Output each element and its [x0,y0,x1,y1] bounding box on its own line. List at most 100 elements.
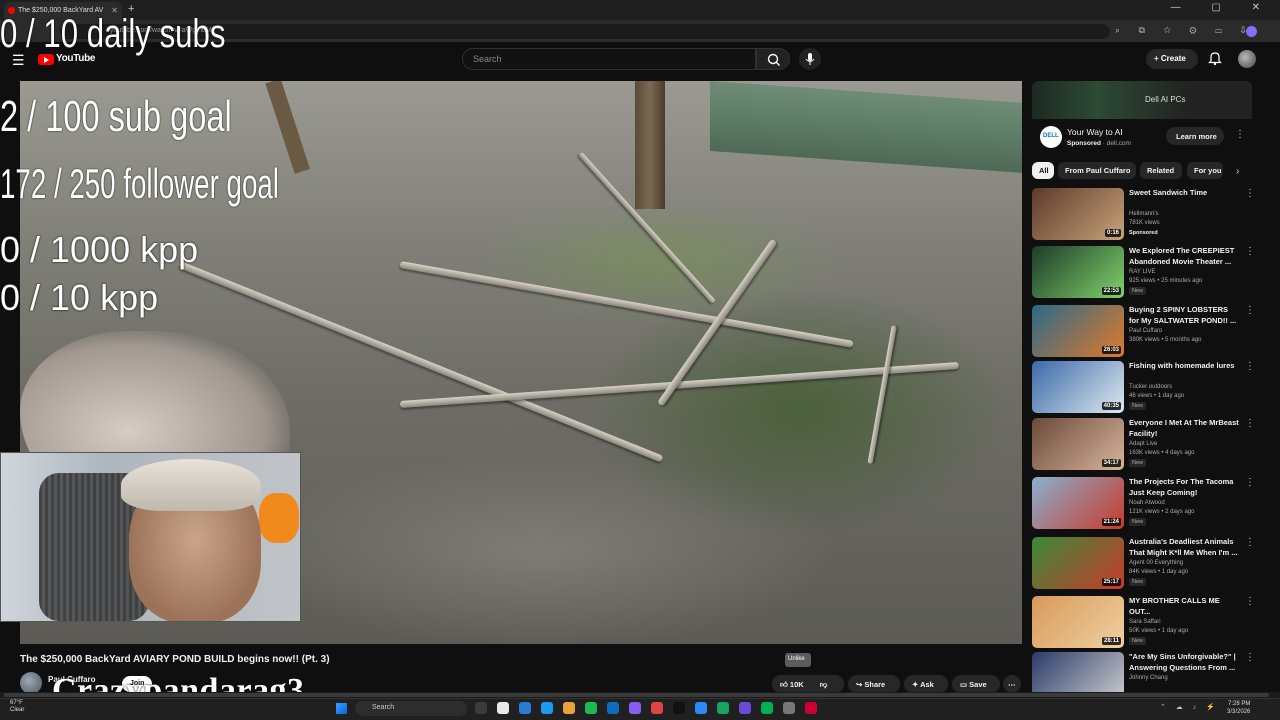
proton-icon[interactable] [629,702,641,714]
recommendation-title[interactable]: Everyone I Met At The MrBeast Facility! [1129,418,1239,439]
recommendation-channel[interactable]: Tucker outdoors [1129,383,1172,391]
filter-chip[interactable]: All [1032,162,1054,179]
ad-title[interactable]: Your Way to AI [1067,127,1123,137]
video-thumbnail[interactable]: 26:03 [1032,305,1124,357]
edge-icon[interactable] [519,702,531,714]
voice-search-button[interactable] [799,48,821,70]
search-button[interactable] [756,48,790,70]
file-explorer-icon[interactable] [497,702,509,714]
recommendation-title[interactable]: Sweet Sandwich Time [1129,188,1239,199]
recommendation-more-icon[interactable]: ⋮ [1245,361,1255,372]
recommendation-more-icon[interactable]: ⋮ [1245,477,1255,488]
recommendation-meta: 163K views • 4 days ago [1129,450,1195,456]
create-button[interactable]: + Create [1146,49,1198,69]
video-post [635,81,665,209]
recommendation-channel[interactable]: RAY LIVE [1129,268,1155,276]
video-thumbnail[interactable]: 40:35 [1032,361,1124,413]
kpp-10-overlay: 0 / 10 kpp [0,277,159,318]
filter-chip[interactable]: From Paul Cuffaro [1058,162,1136,179]
obs-icon[interactable] [739,702,751,714]
recommendation-channel[interactable]: Agent 00 Everything [1129,559,1183,567]
follower-goal-overlay: 172 / 250 follower goal [0,160,279,207]
recommendation-channel[interactable]: Noah Atwood [1129,499,1165,507]
recommendation-more-icon[interactable]: ⋮ [1245,305,1255,316]
recommendation-channel[interactable]: Sara Saffari [1129,618,1161,626]
share-button[interactable]: ↪ Share [848,675,900,693]
ad-domain: dell.com [1106,140,1131,147]
recommendation-title[interactable]: "Are My Sins Unforgivable?" | Answering … [1129,652,1239,673]
video-thumbnail[interactable]: 22:53 [1032,246,1124,298]
recommendation-item[interactable]: 25:17 Australia's Deadliest Animals That … [1032,537,1255,593]
x-icon[interactable] [673,702,685,714]
recommendation-title[interactable]: Australia's Deadliest Animals That Might… [1129,537,1239,558]
zoom-icon[interactable] [695,702,707,714]
chevron-right-icon[interactable]: › [1236,166,1239,177]
learn-more-button[interactable]: Learn more [1166,127,1224,145]
scrollbar-thumb[interactable] [4,693,1269,697]
recommendation-meta: 380K views • 5 months ago [1129,337,1202,343]
taskbar-clock[interactable]: 7:28 PM 3/3/2026 [1227,700,1250,716]
like-button[interactable]: 👍︎ 10K 👎︎ [772,675,844,693]
notifications-bell-icon[interactable] [1208,50,1222,71]
filter-chip[interactable]: Related [1140,162,1182,179]
windows-start-icon[interactable] [336,703,347,714]
recommendation-item[interactable]: 26:03 Buying 2 SPINY LOBSTERS for My SALT… [1032,305,1255,361]
browser-profile-icon[interactable] [1246,26,1257,37]
recommendation-title[interactable]: We Explored The CREEPIEST Abandoned Movi… [1129,246,1239,267]
account-avatar[interactable] [1238,50,1256,68]
recommendation-item[interactable]: 40:35 Fishing with homemade lures Tucker o… [1032,361,1255,417]
search-input[interactable]: Search [462,48,756,70]
recommendation-more-icon[interactable]: ⋮ [1245,418,1255,429]
recommendation-channel[interactable]: Adapt Live [1129,440,1157,448]
video-thumbnail[interactable]: 21:24 [1032,477,1124,529]
chrome-icon[interactable] [563,702,575,714]
channel-avatar[interactable] [20,672,42,694]
weather-widget[interactable]: 67°F Clear [10,700,24,714]
video-thumbnail[interactable]: 34:17 [1032,418,1124,470]
recommendation-more-icon[interactable]: ⋮ [1245,537,1255,548]
recommendation-item[interactable]: 34:17 Everyone I Met At The MrBeast Facil… [1032,418,1255,474]
webcam-orange-object [259,493,299,543]
window-controls[interactable]: — ▢ ✕ [1171,2,1274,13]
recommendation-item[interactable]: 22:53 We Explored The CREEPIEST Abandoned… [1032,246,1255,302]
settings-icon[interactable] [783,702,795,714]
video-thumbnail[interactable]: 0:16 [1032,188,1124,240]
kpp-1000-overlay: 0 / 1000 kpp [0,229,199,270]
recommendation-title[interactable]: MY BROTHER CALLS ME OUT... [1129,596,1239,617]
recommendation-more-icon[interactable]: ⋮ [1245,188,1255,199]
task-view-icon[interactable] [475,702,487,714]
video-thumbnail[interactable]: 28:11 [1032,596,1124,648]
recommendation-item[interactable]: 28:11 MY BROTHER CALLS ME OUT... Sara Saff… [1032,596,1255,652]
video-thumbnail[interactable]: 25:17 [1032,537,1124,589]
tiktok-icon[interactable] [651,702,663,714]
recommendation-more-icon[interactable]: ⋮ [1245,246,1255,257]
outlook-icon[interactable] [607,702,619,714]
recommendation-channel[interactable]: Hellmann's [1129,210,1159,218]
recommendation-channel[interactable]: Johnny Chang [1129,674,1168,682]
app-icon[interactable] [805,702,817,714]
ad-banner[interactable] [1032,81,1252,119]
spotify-icon[interactable] [585,702,597,714]
recommendation-channel[interactable]: Paul Cuffaro [1129,327,1162,335]
recommendation-item[interactable]: 0:16 Sweet Sandwich Time Hellmann's 781K vi… [1032,188,1255,244]
store-icon[interactable] [541,702,553,714]
steam-icon[interactable] [717,702,729,714]
filter-chip[interactable]: For you [1187,162,1223,179]
recommendation-item[interactable]: 21:24 The Projects For The Tacoma Just Ke… [1032,477,1255,533]
ad-more-icon[interactable]: ⋮ [1235,129,1245,140]
browser-toolbar-icons[interactable]: ⌕ ⧉ ☆ ⚙ ▭ ⇩ [1115,25,1254,36]
thumbs-down-icon[interactable]: 👎︎ [820,680,828,689]
recommendation-meta: 925 views • 25 minutes ago [1129,278,1203,284]
recommendation-badge: Sponsored [1129,230,1158,236]
minecraft-icon[interactable] [761,702,773,714]
recommendation-more-icon[interactable]: ⋮ [1245,652,1255,663]
recommendation-title[interactable]: The Projects For The Tacoma Just Keep Co… [1129,477,1239,498]
taskbar-search-input[interactable]: Search [355,701,467,716]
more-actions-icon[interactable]: ⋯ [1003,675,1021,693]
ask-button[interactable]: ✦ Ask [904,675,948,693]
recommendation-more-icon[interactable]: ⋮ [1245,596,1255,607]
save-button[interactable]: ▭ Save [952,675,1000,693]
recommendation-title[interactable]: Buying 2 SPINY LOBSTERS for My SALTWATER… [1129,305,1239,326]
recommendation-title[interactable]: Fishing with homemade lures [1129,361,1239,372]
system-tray-icons[interactable]: ⌃ ☁ ♪ ⚡ [1160,703,1219,711]
